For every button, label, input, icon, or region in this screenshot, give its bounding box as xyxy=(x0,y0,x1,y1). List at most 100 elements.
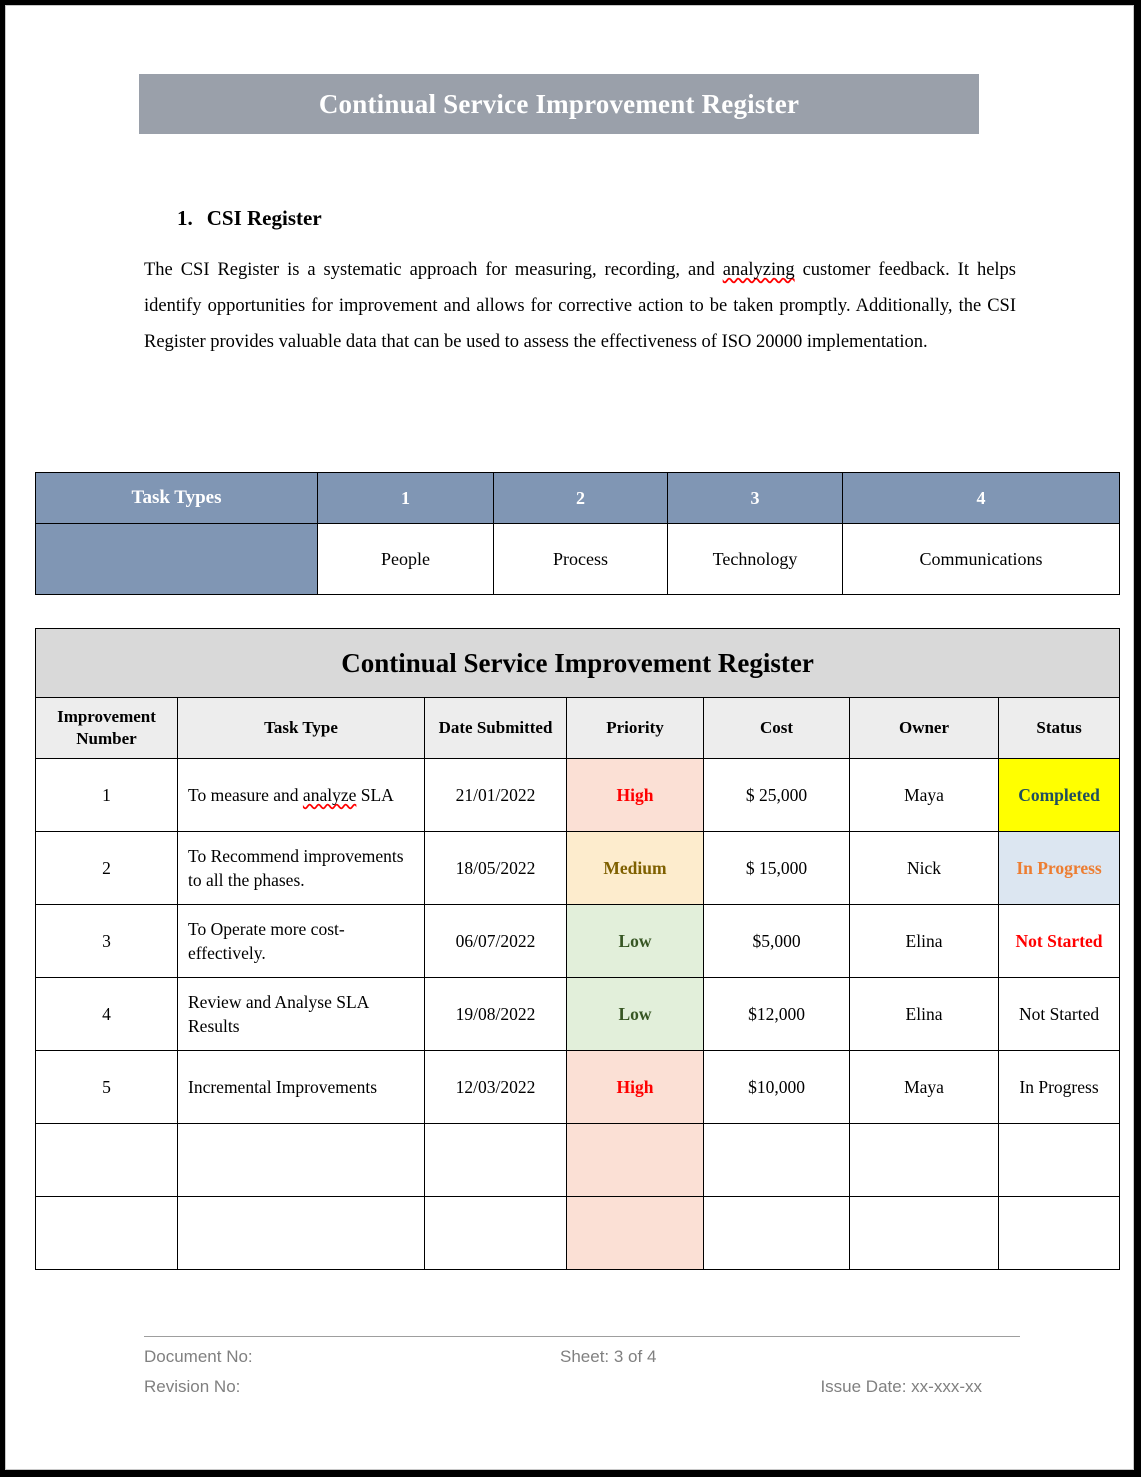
column-header-cost: Cost xyxy=(703,697,850,759)
cell-date-submitted: 21/01/2022 xyxy=(424,758,567,832)
cell-priority: Low xyxy=(566,977,704,1051)
cell-task-type xyxy=(177,1123,425,1197)
footer-sheet-number: Sheet: 3 of 4 xyxy=(560,1347,657,1366)
cell-priority xyxy=(566,1196,704,1270)
cell-date-submitted: 06/07/2022 xyxy=(424,904,567,978)
spellcheck-word-analyzing: analyzing xyxy=(722,260,795,280)
cell-improvement-number: 4 xyxy=(35,977,178,1051)
cell-date-submitted: 18/05/2022 xyxy=(424,831,567,905)
document-title-text: Continual Service Improvement Register xyxy=(318,88,800,119)
cell-priority: High xyxy=(566,758,704,832)
footer-document-no: Document No: xyxy=(144,1347,253,1366)
register-header-row: Improvement Number Task Type Date Submit… xyxy=(35,697,1121,759)
cell-improvement-number: 3 xyxy=(35,904,178,978)
table-row: 2 To Recommend improvements to all the p… xyxy=(35,831,1121,905)
cell-priority: Low xyxy=(566,904,704,978)
task-type-number-3: 3 xyxy=(667,472,843,524)
task-text-part-2: SLA xyxy=(356,785,394,805)
cell-task-type xyxy=(177,1196,425,1270)
register-title: Continual Service Improvement Register xyxy=(34,628,1121,698)
footer-revision-no: Revision No: xyxy=(144,1377,241,1396)
cell-status: In Progress xyxy=(997,1050,1121,1124)
cell-priority: High xyxy=(566,1050,704,1124)
cell-status: Not Started xyxy=(997,904,1121,978)
cell-status xyxy=(997,1196,1121,1270)
spellcheck-word-analyze: analyze xyxy=(302,785,357,805)
task-type-number-1: 1 xyxy=(317,472,494,524)
column-header-date-submitted: Date Submitted xyxy=(424,697,567,759)
cell-improvement-number xyxy=(35,1123,178,1197)
cell-improvement-number: 5 xyxy=(35,1050,178,1124)
cell-cost: $10,000 xyxy=(703,1050,850,1124)
column-header-owner: Owner xyxy=(849,697,999,759)
cell-owner: Elina xyxy=(849,904,999,978)
cell-owner: Maya xyxy=(849,1050,999,1124)
task-types-header-row: Task Types 1 2 3 4 xyxy=(35,472,1120,524)
cell-priority xyxy=(566,1123,704,1197)
section-heading-text: CSI Register xyxy=(206,206,322,230)
document-title-banner: Continual Service Improvement Register xyxy=(139,74,979,134)
task-type-value-communications: Communications xyxy=(842,523,1120,595)
column-header-priority: Priority xyxy=(566,697,704,759)
table-row: 1 To measure and analyze SLA 21/01/2022 … xyxy=(35,758,1121,832)
cell-improvement-number xyxy=(35,1196,178,1270)
task-types-label: Task Types xyxy=(35,472,318,524)
cell-cost: $ 15,000 xyxy=(703,831,850,905)
task-text-part-1: To measure and xyxy=(188,785,303,805)
cell-cost: $ 25,000 xyxy=(703,758,850,832)
intro-text-part-1: The CSI Register is a systematic approac… xyxy=(144,260,723,280)
cell-owner: Nick xyxy=(849,831,999,905)
task-types-table: Task Types 1 2 3 4 People Process Techno… xyxy=(35,472,1120,595)
cell-priority: Medium xyxy=(566,831,704,905)
cell-cost xyxy=(703,1123,850,1197)
register-title-row: Continual Service Improvement Register xyxy=(34,628,1121,698)
cell-owner xyxy=(849,1123,999,1197)
footer-divider xyxy=(144,1336,1020,1337)
cell-owner xyxy=(849,1196,999,1270)
column-header-task-type: Task Type xyxy=(177,697,425,759)
cell-improvement-number: 1 xyxy=(35,758,178,832)
cell-status: In Progress xyxy=(997,831,1121,905)
cell-owner: Maya xyxy=(849,758,999,832)
task-types-empty-cell xyxy=(35,523,318,595)
table-row: 5 Incremental Improvements 12/03/2022 Hi… xyxy=(35,1050,1121,1124)
column-header-improvement-number: Improvement Number xyxy=(35,697,178,759)
column-header-status: Status xyxy=(997,697,1121,759)
cell-status: Completed xyxy=(997,758,1121,832)
cell-cost: $5,000 xyxy=(703,904,850,978)
task-types-value-row: People Process Technology Communications xyxy=(35,523,1120,595)
cell-date-submitted xyxy=(424,1123,567,1197)
section-heading: 1. CSI Register xyxy=(177,206,322,231)
task-type-number-4: 4 xyxy=(842,472,1120,524)
page-footer: Document No: Sheet: 3 of 4 Revision No: … xyxy=(144,1336,1020,1407)
cell-cost xyxy=(703,1196,850,1270)
cell-date-submitted: 12/03/2022 xyxy=(424,1050,567,1124)
table-row: 4 Review and Analyse SLA Results 19/08/2… xyxy=(35,977,1121,1051)
csi-register-table: Continual Service Improvement Register I… xyxy=(34,628,1121,1270)
footer-row-top: Document No: Sheet: 3 of 4 xyxy=(144,1347,1020,1377)
cell-task-type: To measure and analyze SLA xyxy=(177,758,425,832)
cell-cost: $12,000 xyxy=(703,977,850,1051)
table-row-empty xyxy=(35,1196,1121,1270)
cell-task-type: Incremental Improvements xyxy=(177,1050,425,1124)
footer-issue-date: Issue Date: xx-xxx-xx xyxy=(820,1377,982,1396)
cell-owner: Elina xyxy=(849,977,999,1051)
task-type-number-2: 2 xyxy=(493,472,668,524)
cell-date-submitted xyxy=(424,1196,567,1270)
cell-task-type: To Operate more cost-effectively. xyxy=(177,904,425,978)
footer-row-bottom: Revision No: Issue Date: xx-xxx-xx xyxy=(144,1377,1020,1407)
cell-date-submitted: 19/08/2022 xyxy=(424,977,567,1051)
document-page: Continual Service Improvement Register 1… xyxy=(5,5,1134,1470)
section-number: 1. xyxy=(177,206,193,230)
table-row: 3 To Operate more cost-effectively. 06/0… xyxy=(35,904,1121,978)
cell-task-type: Review and Analyse SLA Results xyxy=(177,977,425,1051)
task-type-value-process: Process xyxy=(493,523,668,595)
cell-status xyxy=(997,1123,1121,1197)
task-type-value-people: People xyxy=(317,523,494,595)
intro-paragraph: The CSI Register is a systematic approac… xyxy=(144,252,1016,360)
task-type-value-technology: Technology xyxy=(667,523,843,595)
table-row-empty xyxy=(35,1123,1121,1197)
cell-task-type: To Recommend improvements to all the pha… xyxy=(177,831,425,905)
cell-improvement-number: 2 xyxy=(35,831,178,905)
cell-status: Not Started xyxy=(997,977,1121,1051)
